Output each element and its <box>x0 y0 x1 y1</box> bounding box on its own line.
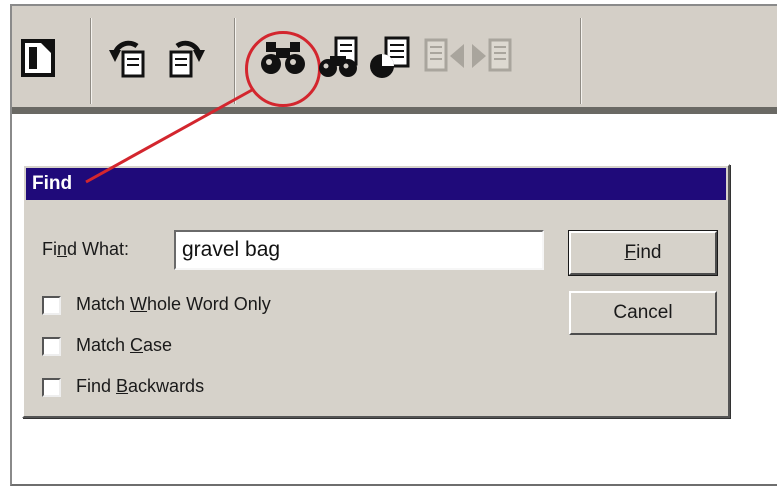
new-document-button[interactable] <box>16 34 62 82</box>
undo-icon <box>109 40 145 78</box>
toolbar-separator <box>234 18 236 104</box>
dialog-titlebar: Find <box>26 168 726 200</box>
toolbar <box>12 6 777 114</box>
match-case-label[interactable]: Match Case <box>76 335 172 356</box>
match-case-checkbox[interactable] <box>42 337 61 356</box>
redo-icon <box>169 40 205 78</box>
match-whole-word-checkbox[interactable] <box>42 296 61 315</box>
highlight-circle <box>245 31 321 107</box>
find-backwards-label[interactable]: Find Backwards <box>76 376 204 397</box>
match-whole-word-label[interactable]: Match Whole Word Only <box>76 294 271 315</box>
new-document-icon <box>21 39 55 77</box>
previous-page-button[interactable] <box>420 34 466 82</box>
toolbar-separator <box>90 18 92 104</box>
document-properties-icon <box>370 36 410 78</box>
undo-button[interactable] <box>106 34 152 82</box>
document-properties-button[interactable] <box>368 34 414 82</box>
find-next-button[interactable] <box>318 34 364 82</box>
find-dialog: Find Find What: gravel bag Find Cancel M… <box>22 164 730 418</box>
find-next-icon <box>319 36 358 77</box>
application-window: Find Find What: gravel bag Find Cancel M… <box>10 4 777 486</box>
toolbar-separator <box>580 18 582 104</box>
previous-page-icon <box>424 38 464 72</box>
find-what-label: Find What: <box>42 239 130 259</box>
next-page-button[interactable] <box>470 34 516 82</box>
find-backwards-checkbox[interactable] <box>42 378 61 397</box>
find-what-input[interactable]: gravel bag <box>174 230 544 270</box>
next-page-icon <box>472 38 512 72</box>
cancel-button[interactable]: Cancel <box>569 291 717 335</box>
redo-button[interactable] <box>162 34 208 82</box>
dialog-title: Find <box>32 173 73 194</box>
find-button[interactable]: Find <box>569 231 717 275</box>
